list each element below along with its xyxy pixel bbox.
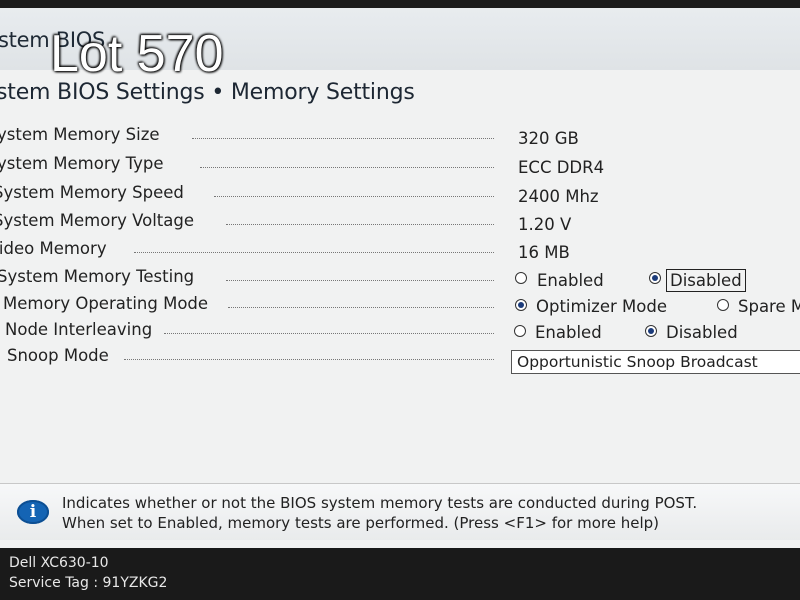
dot-leader [226, 280, 494, 281]
dot-leader [214, 196, 494, 197]
radio-label-disabled[interactable]: Disabled [666, 323, 738, 342]
setting-row-node-interleaving: Node Interleaving Enabled Disabled [0, 320, 800, 346]
setting-value: 16 MB [518, 243, 570, 262]
radio-memory-testing-enabled[interactable] [515, 272, 527, 284]
setting-row-memory-testing: System Memory Testing Enabled Disabled [0, 267, 800, 293]
help-text-line-1: Indicates whether or not the BIOS system… [62, 494, 698, 512]
setting-label: ystem Memory Type [0, 154, 164, 173]
setting-label: Video Memory [0, 239, 107, 258]
page-title: stem BIOS Settings • Memory Settings [0, 80, 415, 105]
setting-value: 2400 Mhz [518, 187, 599, 206]
setting-row-operating-mode: Memory Operating Mode Optimizer Mode Spa… [0, 294, 800, 320]
title-bar: stem BIOS Lot 570 [0, 8, 800, 80]
setting-label: System Memory Testing [0, 267, 195, 286]
radio-label-enabled[interactable]: Enabled [535, 323, 602, 342]
radio-label-optimizer[interactable]: Optimizer Mode [536, 297, 667, 316]
snoop-mode-select[interactable]: Opportunistic Snoop Broadcast [511, 350, 800, 374]
setting-row-memory-size: ystem Memory Size 320 GB [0, 125, 800, 151]
setting-label: System Memory Speed [0, 183, 184, 202]
dot-leader [124, 359, 494, 360]
setting-label: ystem Memory Size [0, 125, 160, 144]
system-model: Dell XC630-10 [9, 555, 109, 571]
snoop-mode-selected-value: Opportunistic Snoop Broadcast [517, 353, 758, 371]
setting-value: 1.20 V [518, 215, 572, 234]
setting-label: Node Interleaving [5, 320, 153, 339]
help-panel: i Indicates whether or not the BIOS syst… [0, 483, 800, 540]
info-icon: i [17, 500, 49, 524]
setting-value: ECC DDR4 [518, 158, 605, 177]
radio-optimizer-mode[interactable] [515, 299, 527, 311]
bios-screen: stem BIOS Lot 570 stem BIOS Settings • M… [0, 8, 800, 548]
dot-leader [200, 167, 494, 168]
dot-leader [164, 333, 494, 334]
radio-node-interleaving-disabled[interactable] [645, 325, 657, 337]
radio-label-disabled-focused[interactable]: Disabled [666, 269, 746, 292]
radio-node-interleaving-enabled[interactable] [514, 325, 526, 337]
lot-watermark: Lot 570 [50, 25, 224, 83]
radio-label-enabled[interactable]: Enabled [537, 271, 604, 290]
setting-value: 320 GB [518, 129, 579, 148]
setting-row-memory-voltage: System Memory Voltage 1.20 V [0, 211, 800, 237]
radio-label-spare[interactable]: Spare M [738, 297, 800, 316]
radio-spare-mode[interactable] [717, 299, 729, 311]
dot-leader [134, 252, 494, 253]
dot-leader [192, 138, 494, 139]
dot-leader [228, 307, 494, 308]
setting-row-memory-type: ystem Memory Type ECC DDR4 [0, 154, 800, 180]
help-text-line-2: When set to Enabled, memory tests are pe… [62, 514, 660, 532]
setting-label: Snoop Mode [7, 346, 109, 365]
setting-row-snoop-mode: Snoop Mode Opportunistic Snoop Broadcast [0, 346, 800, 374]
footer-bar: Dell XC630-10 Service Tag : 91YZKG2 [0, 548, 800, 600]
service-tag: Service Tag : 91YZKG2 [9, 575, 168, 591]
setting-label: Memory Operating Mode [3, 294, 209, 313]
setting-label: System Memory Voltage [0, 211, 195, 230]
setting-row-video-memory: Video Memory 16 MB [0, 239, 800, 265]
dot-leader [226, 224, 494, 225]
radio-memory-testing-disabled[interactable] [649, 272, 661, 284]
setting-row-memory-speed: System Memory Speed 2400 Mhz [0, 183, 800, 209]
